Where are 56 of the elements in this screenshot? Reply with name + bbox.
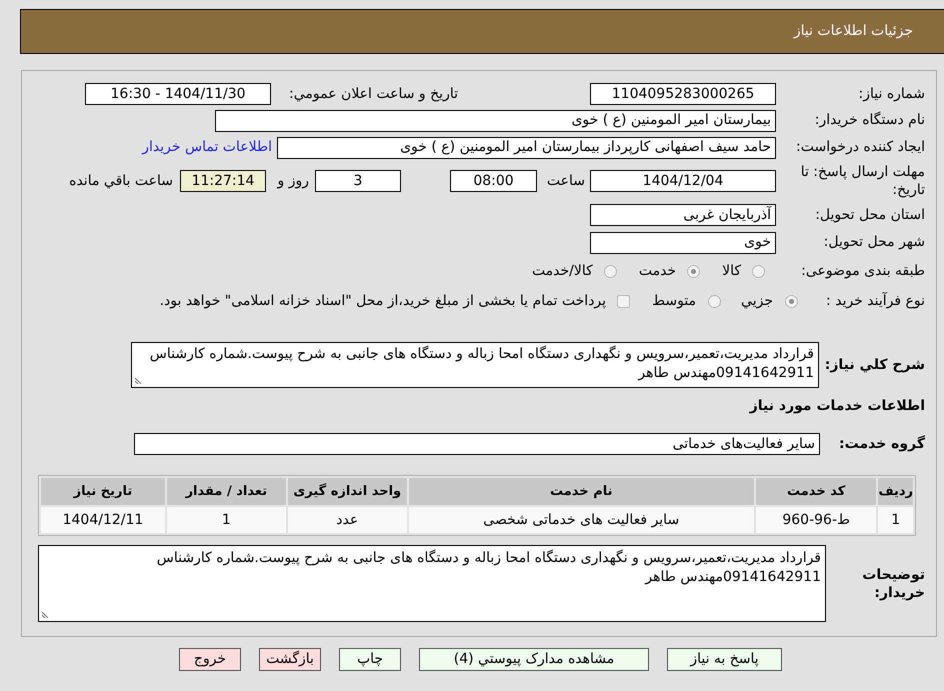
radio-label: جزيي	[741, 292, 773, 310]
field-label: تاریخ و ساعت اعلان عمومي:	[288, 84, 458, 104]
field-label: شماره نیاز:	[858, 84, 925, 104]
field-label: شرح کلي نیاز:	[824, 356, 925, 374]
column-header: واحد اندازه گیری	[288, 478, 407, 505]
province-field[interactable]: آذربایجان غربی	[590, 204, 776, 226]
page-title: جزئیات اطلاعات نیاز	[794, 22, 913, 41]
service-group-field[interactable]: سایر فعالیت‌های خدماتی	[134, 433, 820, 455]
buyer-notes-textarea[interactable]: قرارداد مدیریت،تعمیر،سرویس و نگهداری دستگاه امحا زباله و دستگاه های جانبی به شرح پیوست.شماره کارشناس 09141642911مهندس طاهر	[38, 545, 826, 622]
requester-field[interactable]: حامد سیف اصفهانی کارپرداز بیمارستان امیر المومنین (ع ) خوی	[277, 136, 776, 158]
field-label: ساعت	[546, 172, 585, 190]
table-cell: 1	[166, 507, 286, 533]
action-button[interactable]: خروج	[179, 648, 241, 671]
field-label: توضیحات خریدار:	[861, 566, 925, 602]
deadline-date-field[interactable]: 1404/12/04	[590, 170, 776, 192]
column-header: تاریخ نیاز	[41, 478, 165, 505]
column-header: تعداد / مقدار	[166, 478, 286, 505]
column-header: کد خدمت	[756, 478, 876, 505]
column-header: نام خدمت	[408, 478, 754, 505]
field-label: مهلت ارسال پاسخ: تا تاریخ:	[800, 163, 925, 199]
field-label: طبقه بندی موضوعی:	[800, 262, 925, 280]
table-cell: سایر فعالیت های خدماتی شخصی	[408, 507, 754, 533]
table-cell: 1	[878, 507, 913, 533]
resize-grip-icon[interactable]	[42, 611, 49, 618]
field-label: روز و	[276, 172, 309, 190]
announcement-field[interactable]: 1404/11/30 - 16:30	[85, 83, 271, 105]
table-cell: 1404/12/11	[41, 507, 165, 533]
field-label: ساعت باقي مانده	[69, 172, 173, 190]
resize-grip-icon[interactable]	[135, 377, 142, 384]
field-label: نام دستگاه خریدار:	[814, 110, 925, 130]
description-textarea[interactable]: قرارداد مدیریت،تعمیر،سرویس و نگهداری دستگاه امحا زباله و دستگاه های جانبی به شرح پیوست.شماره کارشناس 09141642911مهندس طاهر	[131, 342, 819, 388]
city-field[interactable]: خوی	[590, 232, 776, 254]
days-field[interactable]: 3	[315, 170, 401, 192]
table-cell: ط-96-960	[756, 507, 876, 533]
field-label: استان محل تحویل:	[814, 206, 925, 224]
deadline-time-field[interactable]: 08:00	[450, 170, 537, 192]
action-button[interactable]: بازگشت	[259, 648, 321, 671]
radio-label: خدمت	[638, 262, 676, 280]
buyer-org-field[interactable]: بیمارستان امیر المومنین (ع ) خوی	[215, 110, 776, 132]
need-number-field[interactable]: 1104095283000265	[590, 83, 776, 105]
radio-label: متوسط	[652, 292, 696, 310]
field-label: نوع فرآیند خرید :	[825, 291, 925, 310]
field-label: شهر محل تحویل:	[822, 233, 925, 252]
remaining-time-field: 11:27:14	[180, 170, 266, 192]
column-header: ردیف	[878, 478, 913, 505]
section-heading: اطلاعات خدمات مورد نیاز	[750, 397, 925, 416]
action-button[interactable]: پاسخ به نیاز	[667, 648, 782, 671]
radio-label: کالا/خدمت	[532, 262, 593, 280]
table-cell: عدد	[288, 507, 407, 533]
field-label: ایجاد کننده درخواست:	[795, 138, 925, 157]
checkbox-label: پرداخت تمام یا بخشی از مبلغ خرید،از محل "اسناد خزانه اسلامی" خواهد بود.	[160, 292, 606, 310]
field-label: گروه خدمت:	[838, 434, 925, 454]
radio-label: کالا	[722, 262, 741, 280]
action-button[interactable]: چاپ	[339, 648, 401, 671]
contact-link[interactable]: اطلاعات تماس خریدار	[142, 137, 272, 158]
action-button[interactable]: مشاهده مدارک پیوستي (4)	[419, 648, 649, 671]
